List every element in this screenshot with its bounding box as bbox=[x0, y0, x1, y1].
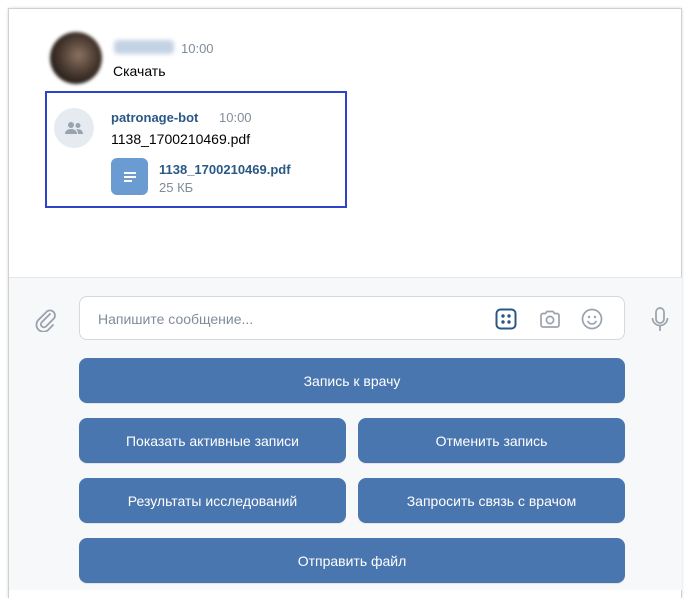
attachment-file-name[interactable]: 1138_1700210469.pdf bbox=[159, 162, 291, 177]
camera-icon[interactable] bbox=[538, 307, 562, 331]
message-input-box[interactable] bbox=[79, 296, 625, 340]
message-time: 10:00 bbox=[181, 41, 214, 56]
message-previous: 10:00 Скачать bbox=[50, 32, 350, 92]
sender-name-blurred bbox=[114, 40, 174, 54]
attach-icon[interactable] bbox=[33, 306, 57, 332]
button-cancel-appointment[interactable]: Отменить запись bbox=[358, 418, 625, 463]
bot-avatar[interactable] bbox=[54, 108, 94, 148]
emoji-icon[interactable] bbox=[580, 307, 604, 331]
button-test-results[interactable]: Результаты исследований bbox=[79, 478, 346, 523]
button-send-file[interactable]: Отправить файл bbox=[79, 538, 625, 583]
attachment-file-size: 25 КБ bbox=[159, 180, 194, 195]
message-text: Скачать bbox=[113, 63, 166, 79]
bot-sender-name[interactable]: patronage-bot bbox=[111, 110, 198, 125]
button-request-doctor-contact[interactable]: Запросить связь с врачом bbox=[358, 478, 625, 523]
button-make-appointment[interactable]: Запись к врачу bbox=[79, 358, 625, 403]
bot-keyboard-icon[interactable] bbox=[494, 307, 518, 331]
group-icon bbox=[65, 122, 83, 134]
highlight-frame bbox=[45, 91, 347, 208]
avatar[interactable] bbox=[50, 32, 102, 84]
message-input[interactable] bbox=[96, 308, 480, 330]
document-icon[interactable] bbox=[111, 158, 148, 195]
button-show-active-appointments[interactable]: Показать активные записи bbox=[79, 418, 346, 463]
bot-message-text: 1138_1700210469.pdf bbox=[111, 131, 251, 147]
bot-message-time: 10:00 bbox=[219, 110, 252, 125]
microphone-icon[interactable] bbox=[650, 306, 670, 334]
